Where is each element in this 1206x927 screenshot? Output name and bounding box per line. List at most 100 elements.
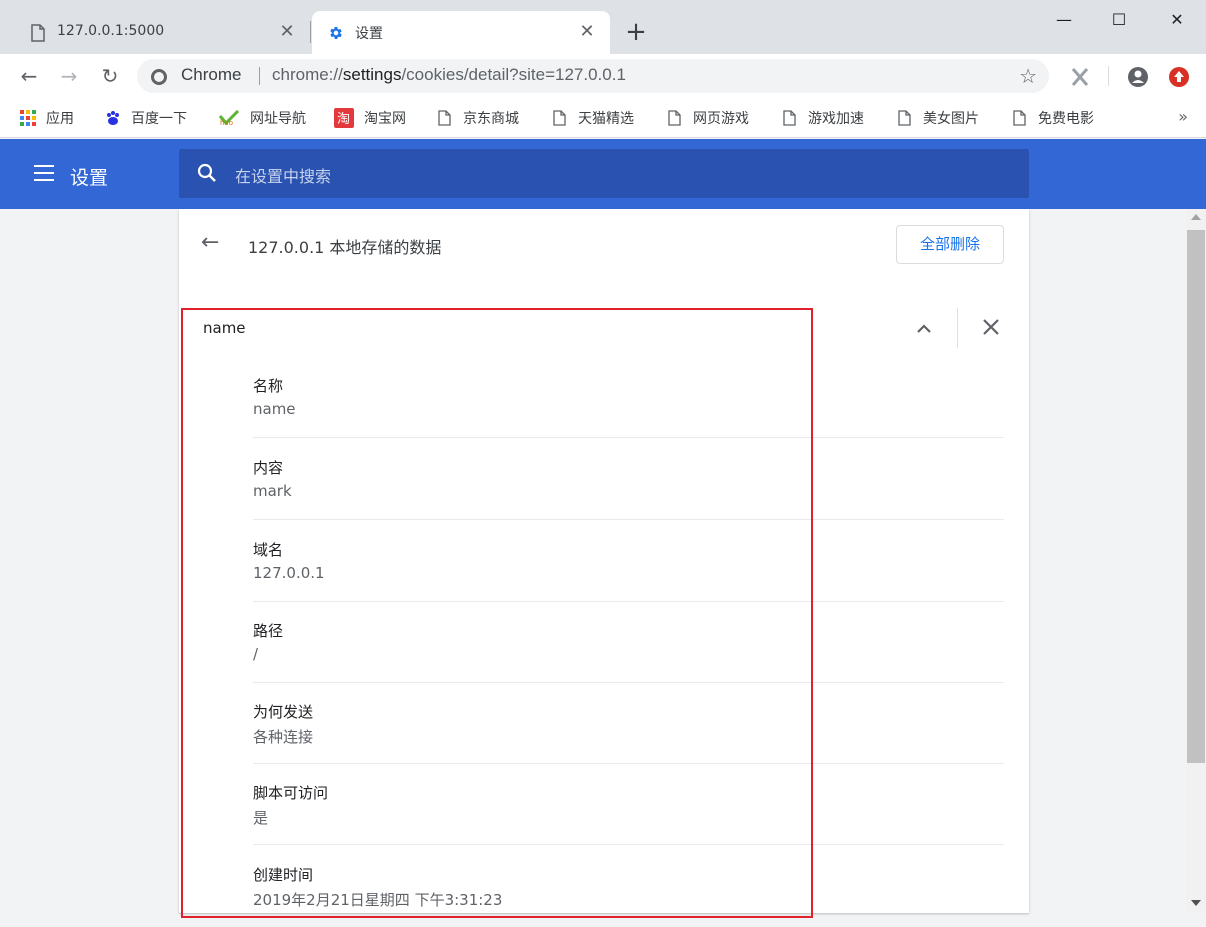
tab-localhost[interactable]: 127.0.0.1:5000 ✕ [14,11,310,54]
chrome-icon [151,69,167,85]
field-label: 为何发送 [253,703,314,721]
field-label: 路径 [253,622,284,640]
bookmark-jd[interactable]: 京东商城 [437,108,519,128]
field-value: 是 [253,809,269,827]
bookmark-label: 网址导航 [250,110,306,126]
header-separator [957,308,958,348]
bookmark-label: 京东商城 [463,110,519,126]
tab-title: 设置 [355,26,383,42]
taobao-icon: 淘 [334,108,354,128]
field-value: / [253,645,259,663]
bookmark-webgames[interactable]: 网页游戏 [667,108,749,128]
profile-avatar-icon[interactable] [1127,66,1149,88]
scroll-thumb[interactable] [1187,230,1205,763]
tab-divider [310,21,311,43]
remove-all-button[interactable]: 全部删除 [896,225,1004,264]
bookmark-label: 美女图片 [923,110,979,126]
omnibox-separator [259,67,260,85]
bookmark-baidu[interactable]: 百度一下 [105,108,187,128]
field-label: 内容 [253,459,284,477]
bookmark-label: 百度一下 [131,110,187,126]
forward-button[interactable]: → [55,62,83,90]
page-title: 设置 [70,167,109,189]
svg-text:hao: hao [220,119,233,126]
minimize-button[interactable]: — [1044,5,1084,35]
bookmark-apps[interactable]: 应用 [20,108,74,128]
cookie-detail-card: ← 127.0.0.1 本地存储的数据 全部删除 name 名称 name 内容… [179,209,1029,913]
scroll-up-arrow-icon[interactable] [1191,214,1201,220]
bookmark-label: 应用 [46,110,74,126]
bookmark-pictures[interactable]: 美女图片 [897,108,979,128]
page-icon [31,24,45,42]
bookmark-label: 游戏加速 [808,110,864,126]
field-row-path: 路径 / [253,602,1004,683]
toolbar-separator [1108,66,1109,86]
field-value: 127.0.0.1 [253,564,325,582]
baidu-paw-icon [107,111,119,125]
tab-close-icon[interactable]: ✕ [576,21,598,43]
settings-header: 设置 在设置中搜索 [0,139,1206,209]
update-icon[interactable] [1168,66,1190,88]
bookmarks-overflow-button[interactable]: » [1178,107,1188,126]
detail-title: 127.0.0.1 本地存储的数据 [248,238,442,257]
chevron-up-icon[interactable] [912,317,936,341]
url-prefix: chrome:// [272,65,343,84]
hao-icon: hao [218,110,240,126]
field-value: name [253,400,296,418]
page-icon [1013,110,1026,126]
field-row-domain: 域名 127.0.0.1 [253,521,1004,602]
svg-text:淘: 淘 [337,112,350,127]
close-icon[interactable] [979,315,1003,339]
omnibox-chip: Chrome [181,65,242,84]
tab-settings[interactable]: 设置 ✕ [312,11,610,54]
maximize-button[interactable]: ☐ [1099,5,1139,35]
search-placeholder: 在设置中搜索 [235,167,332,186]
bookmark-tmall[interactable]: 天猫精选 [552,108,634,128]
field-label: 创建时间 [253,866,314,884]
page-scrollbar[interactable] [1186,209,1206,913]
scroll-down-arrow-icon[interactable] [1191,900,1201,906]
reload-button[interactable]: ↻ [96,62,124,90]
extension-x-icon[interactable] [1069,66,1091,88]
tab-strip: 127.0.0.1:5000 ✕ 设置 ✕ + — ☐ ✕ [0,0,1206,54]
apps-grid-icon [20,110,36,126]
field-row-send-for: 为何发送 各种连接 [253,683,1004,764]
field-label: 域名 [253,541,284,559]
page-icon [783,110,796,126]
bookmark-label: 淘宝网 [364,110,406,126]
bookmark-label: 天猫精选 [578,110,634,126]
field-row-script-access: 脚本可访问 是 [253,764,1004,845]
url-host: settings [342,65,402,84]
field-row-content: 内容 mark [253,439,1004,520]
page-icon [668,110,681,126]
field-row-name: 名称 name [253,357,1004,438]
url-text[interactable]: chrome://settings/cookies/detail?site=12… [272,65,626,85]
browser-toolbar: ← → ↻ Chrome chrome://settings/cookies/d… [0,54,1206,99]
new-tab-button[interactable]: + [622,18,650,46]
bookmark-taobao[interactable]: 淘 淘宝网 [334,108,406,128]
url-path: /cookies/detail?site=127.0.0.1 [401,65,626,84]
bookmark-label: 免费电影 [1038,110,1094,126]
field-value: 2019年2月21日星期四 下午3:31:23 [253,891,503,909]
back-button[interactable]: ← [15,62,43,90]
bookmark-hao[interactable]: hao 网址导航 [218,108,306,128]
field-row-created: 创建时间 2019年2月21日星期四 下午3:31:23 [253,846,1004,927]
page-icon [553,110,566,126]
back-arrow-icon[interactable]: ← [201,231,225,255]
page-icon [438,110,451,126]
page-icon [898,110,911,126]
address-bar[interactable]: Chrome chrome://settings/cookies/detail?… [137,59,1049,93]
field-label: 脚本可访问 [253,784,329,802]
bookmark-game-boost[interactable]: 游戏加速 [782,108,864,128]
bookmark-label: 网页游戏 [693,110,749,126]
bookmarks-bar: 应用 百度一下 hao 网址导航 淘 淘宝网 京东商城 天猫精选 网页游戏 游戏… [0,99,1206,138]
field-value: mark [253,482,292,500]
bookmark-movies[interactable]: 免费电影 [1012,108,1094,128]
cookie-name-heading: name [203,319,246,337]
bookmark-star-icon[interactable]: ☆ [1019,64,1037,88]
close-window-button[interactable]: ✕ [1157,5,1197,35]
hamburger-menu-icon[interactable] [34,165,54,181]
tab-title: 127.0.0.1:5000 [57,23,165,39]
settings-search-input[interactable]: 在设置中搜索 [179,149,1029,198]
tab-close-icon[interactable]: ✕ [276,21,298,43]
